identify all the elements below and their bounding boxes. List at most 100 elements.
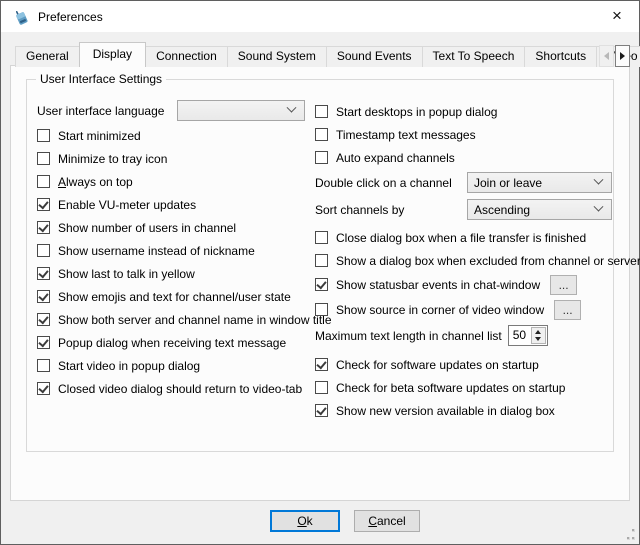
checkbox-show-a-dialog-box-when-excluded-from-chann[interactable]: Show a dialog box when excluded from cha… (315, 249, 612, 272)
checkbox-start-minimized[interactable]: Start minimized (37, 124, 305, 147)
combo-user-interface-language[interactable] (177, 100, 305, 121)
more-button[interactable]: ... (554, 300, 581, 320)
chevron-down-icon (594, 202, 604, 212)
resize-grip[interactable] (624, 529, 635, 540)
checkbox-box (315, 404, 328, 417)
more-button[interactable]: ... (550, 275, 577, 295)
checkbox-show-username-instead-of-nickname[interactable]: Show username instead of nickname (37, 239, 305, 262)
label: Show new version available in dialog box (336, 404, 555, 418)
triangle-down-icon (535, 337, 541, 341)
tab-sound-events[interactable]: Sound Events (326, 46, 423, 67)
combo-double-click-on-a-channel[interactable]: Join or leave (467, 172, 612, 193)
tab-connection[interactable]: Connection (145, 46, 228, 67)
checkbox-box (37, 359, 50, 372)
chevron-down-icon (287, 103, 297, 113)
checkbox-closed-video-dialog-should-return-to-video[interactable]: Closed video dialog should return to vid… (37, 377, 305, 400)
checkbox-box (315, 278, 328, 291)
label: Auto expand channels (336, 151, 455, 165)
checkbox-box (315, 105, 328, 118)
spin-value: 50 (509, 326, 530, 345)
ok-button[interactable]: Ok (270, 510, 340, 532)
checkbox-box (315, 231, 328, 244)
tab-sound-system[interactable]: Sound System (227, 46, 327, 67)
tab-shortcuts[interactable]: Shortcuts (524, 46, 597, 67)
checkbox-box (37, 336, 50, 349)
combo-value: Ascending (474, 203, 595, 217)
arrow-right-icon (620, 52, 625, 60)
checkbox-box (37, 313, 50, 326)
checkbox-show-statusbar-events-in-chat-window[interactable]: Show statusbar events in chat-window... (315, 272, 612, 297)
group-user-interface-settings: User Interface Settings User interface l… (26, 79, 614, 452)
checkbox-box (315, 381, 328, 394)
tab-display[interactable]: Display (79, 42, 146, 67)
spin-up-button[interactable] (532, 328, 545, 336)
dialog-buttons: Ok Cancel (26, 510, 640, 532)
arrow-left-icon (604, 52, 609, 60)
close-icon[interactable]: × (608, 7, 626, 25)
combo-row: Sort channels byAscending (315, 196, 612, 223)
label: Always on top (58, 175, 133, 189)
tab-text-to-speech[interactable]: Text To Speech (422, 46, 526, 67)
checkbox-box (315, 151, 328, 164)
label: Show a dialog box when excluded from cha… (336, 254, 640, 268)
combo-sort-channels-by[interactable]: Ascending (467, 199, 612, 220)
checkbox-close-dialog-box-when-a-file-transfer-is-f[interactable]: Close dialog box when a file transfer is… (315, 226, 612, 249)
checkbox-minimize-to-tray-icon[interactable]: Minimize to tray icon (37, 147, 305, 170)
checkbox-start-desktops-in-popup-dialog[interactable]: Start desktops in popup dialog (315, 100, 612, 123)
checkbox-timestamp-text-messages[interactable]: Timestamp text messages (315, 123, 612, 146)
spin-down-button[interactable] (532, 336, 545, 344)
window-title: Preferences (38, 10, 103, 24)
checkbox-show-number-of-users-in-channel[interactable]: Show number of users in channel (37, 216, 305, 239)
checkbox-box (37, 152, 50, 165)
tab-scroll-left-icon[interactable] (599, 45, 614, 67)
label: Timestamp text messages (336, 128, 476, 142)
settings-column-left: User interface language Start minimized Mi… (37, 97, 305, 400)
checkbox-enable-vu-meter-updates[interactable]: Enable VU-meter updates (37, 193, 305, 216)
label: Show last to talk in yellow (58, 267, 195, 281)
label: Enable VU-meter updates (58, 198, 196, 212)
label: Popup dialog when receiving text message (58, 336, 286, 350)
label: User interface language (37, 104, 164, 118)
checkbox-check-for-beta-software-updates-on-startup[interactable]: Check for beta software updates on start… (315, 376, 612, 399)
tab-scroll-right-icon[interactable] (615, 45, 630, 67)
label: Show both server and channel name in win… (58, 313, 332, 327)
checkbox-box (315, 303, 328, 316)
tab-bar: GeneralDisplayConnectionSound SystemSoun… (15, 44, 630, 67)
preferences-dialog: Preferences × GeneralDisplayConnectionSo… (0, 0, 640, 545)
checkbox-popup-dialog-when-receiving-text-message[interactable]: Popup dialog when receiving text message (37, 331, 305, 354)
tab-scroll-buttons (599, 45, 630, 67)
checkbox-check-for-software-updates-on-startup[interactable]: Check for software updates on startup (315, 353, 612, 376)
label: Start desktops in popup dialog (336, 105, 497, 119)
checkbox-start-video-in-popup-dialog[interactable]: Start video in popup dialog (37, 354, 305, 377)
label: Close dialog box when a file transfer is… (336, 231, 586, 245)
checkbox-auto-expand-channels[interactable]: Auto expand channels (315, 146, 612, 169)
tab-general[interactable]: General (15, 46, 80, 67)
checkbox-show-new-version-available-in-dialog-box[interactable]: Show new version available in dialog box (315, 399, 612, 422)
label: Show statusbar events in chat-window (336, 278, 540, 292)
label: Closed video dialog should return to vid… (58, 382, 302, 396)
checkbox-box (315, 358, 328, 371)
label: Maximum text length in channel list (315, 329, 502, 343)
checkbox-always-on-top[interactable]: Always on top (37, 170, 305, 193)
label: Start minimized (58, 129, 141, 143)
checkbox-box (37, 129, 50, 142)
cancel-button[interactable]: Cancel (354, 510, 420, 532)
checkbox-show-source-in-corner-of-video-window[interactable]: Show source in corner of video window... (315, 297, 612, 322)
label: Check for software updates on startup (336, 358, 539, 372)
spinbox-maximum-text-length-in-channel-list[interactable]: 50 (508, 325, 548, 346)
checkbox-show-last-to-talk-in-yellow[interactable]: Show last to talk in yellow (37, 262, 305, 285)
checkbox-box (37, 221, 50, 234)
checkbox-box (37, 175, 50, 188)
label: Minimize to tray icon (58, 152, 167, 166)
tab-pane: User Interface Settings User interface l… (10, 65, 630, 501)
label: Show source in corner of video window (336, 303, 544, 317)
label: Show number of users in channel (58, 221, 236, 235)
spin-row: Maximum text length in channel list 50 (315, 322, 612, 349)
checkbox-show-both-server-and-channel-name-in-windo[interactable]: Show both server and channel name in win… (37, 308, 305, 331)
label: Show username instead of nickname (58, 244, 255, 258)
spin-buttons (531, 327, 546, 344)
checkbox-box (37, 267, 50, 280)
checkbox-show-emojis-and-text-for-channel-user-stat[interactable]: Show emojis and text for channel/user st… (37, 285, 305, 308)
checkbox-box (37, 244, 50, 257)
triangle-up-icon (535, 330, 541, 334)
